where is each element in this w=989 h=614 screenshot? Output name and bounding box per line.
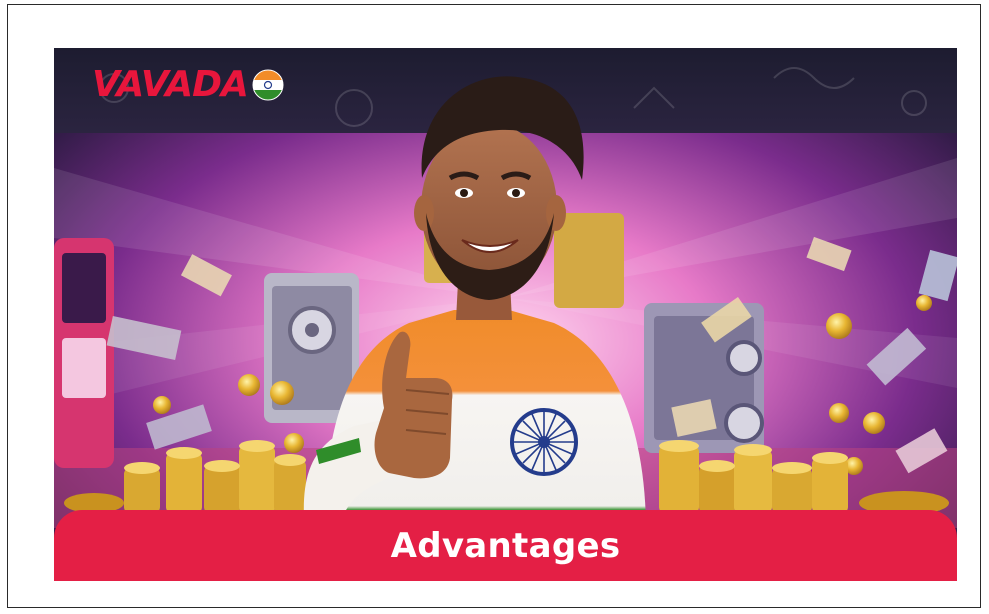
slot-machine-icon: [54, 238, 114, 468]
image-frame: VAVADA Advantages: [7, 4, 981, 608]
casino-hero-illustration: [54, 48, 957, 581]
brand-logo-text: VAVADA: [92, 64, 249, 105]
advantages-bar[interactable]: Advantages: [54, 510, 957, 581]
india-flag-icon: [252, 69, 284, 100]
promo-banner[interactable]: VAVADA Advantages: [54, 48, 957, 581]
brand-logo[interactable]: VAVADA: [92, 64, 284, 105]
advantages-title: Advantages: [390, 525, 621, 566]
